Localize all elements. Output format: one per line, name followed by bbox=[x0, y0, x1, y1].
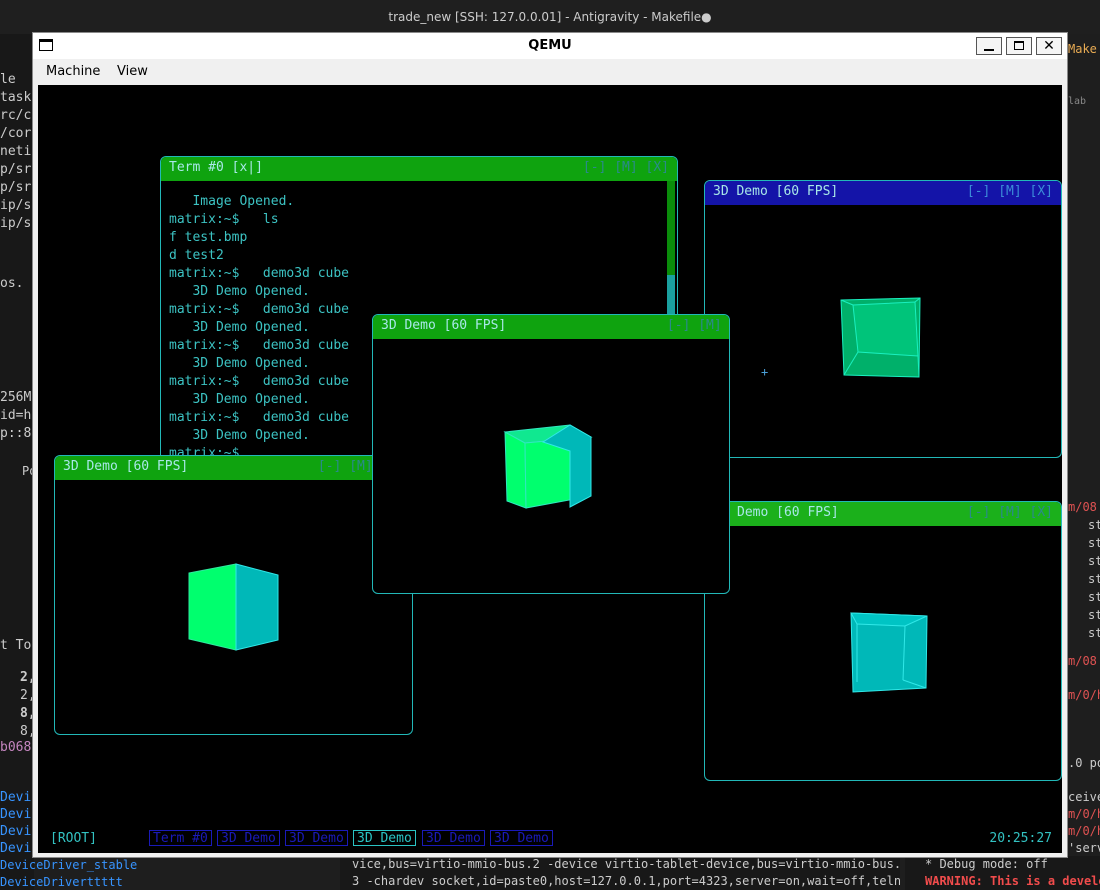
ide-line: os. bbox=[0, 276, 24, 291]
root-label[interactable]: [ROOT] bbox=[50, 831, 97, 846]
terminal-line: 3D Demo Opened. bbox=[169, 392, 310, 407]
ide-line: id=h bbox=[0, 408, 32, 423]
ide-line: ip/s bbox=[0, 216, 32, 231]
taskbar-tab-demo-active[interactable]: 3D Demo bbox=[353, 830, 416, 846]
terminal-line: Image Opened. bbox=[169, 194, 295, 209]
qemu-window: QEMU ✕ Machine View Term #0 [x|] [-] [M]… bbox=[32, 32, 1068, 858]
guest-taskbar: [ROOT] Term #0 3D Demo 3D Demo 3D Demo 3… bbox=[38, 823, 1062, 853]
ide-line: st bbox=[1088, 572, 1100, 586]
menu-view[interactable]: View bbox=[117, 64, 148, 79]
qemu-title: QEMU bbox=[528, 38, 572, 53]
demo-window-center[interactable]: 3D Demo [60 FPS] [-] [M] [X] bbox=[372, 314, 730, 594]
close-button[interactable]: ✕ bbox=[1036, 37, 1062, 55]
ide-line: 'serv bbox=[1068, 841, 1100, 855]
qemu-menubar: Machine View bbox=[33, 59, 1067, 85]
ide-line: DeviceDriver_stable bbox=[0, 858, 138, 872]
ide-left-panel: le task rc/c /cor neti p/sr p/sr ip/s ip… bbox=[0, 34, 137, 890]
taskbar-tab-demo[interactable]: 3D Demo bbox=[217, 830, 280, 846]
ide-line: p/sr bbox=[0, 180, 32, 195]
ide-right-panel: Make lab m/08 st st st st st st st m/08 … bbox=[1066, 34, 1100, 890]
terminal-line: 3D Demo Opened. bbox=[169, 320, 310, 335]
taskbar-tab-demo[interactable]: 3D Demo bbox=[422, 830, 485, 846]
terminal-line: d test2 bbox=[169, 248, 224, 263]
terminal-output: Image Opened. matrix:~$ ls f test.bmp d tes… bbox=[169, 193, 349, 463]
guest-screen[interactable]: Term #0 [x|] [-] [M] [X] Image Opened. ma… bbox=[38, 85, 1062, 853]
clock: 20:25:27 bbox=[989, 831, 1052, 846]
ide-line: p/sr bbox=[0, 162, 32, 177]
ide-tab-label[interactable]: Make bbox=[1068, 42, 1097, 56]
ide-line: p::8 bbox=[0, 426, 32, 441]
ide-line: le bbox=[0, 72, 16, 87]
cube-render bbox=[188, 563, 279, 651]
terminal-line: matrix:~$ demo3d cube bbox=[169, 410, 350, 425]
demo-window-bottom-right[interactable]: Demo [60 FPS] [-] [M] [X] bbox=[704, 501, 1062, 781]
term-title: Term #0 [x|] bbox=[169, 160, 263, 175]
term-scrollbar-thumb[interactable] bbox=[667, 275, 675, 315]
ide-line: st bbox=[1088, 626, 1100, 640]
ide-line: ip/s bbox=[0, 198, 32, 213]
ide-line: m/08 bbox=[1068, 500, 1097, 514]
window-controls[interactable]: [-] [M] [X] bbox=[583, 160, 669, 175]
log-line: * Debug mode: off bbox=[925, 857, 1048, 871]
ide-terminal-output: vice,bus=virtio-mmio-bus.2 -device virti… bbox=[340, 856, 900, 890]
cube-render bbox=[850, 612, 928, 693]
ide-window-title: trade_new [SSH: 127.0.0.01] - Antigravit… bbox=[0, 0, 1100, 34]
demo-window-top-right[interactable]: 3D Demo [60 FPS] [-] [M] [X] + bbox=[704, 180, 1062, 458]
terminal-line: 3D Demo Opened. bbox=[169, 356, 310, 371]
ide-line: m/0/h bbox=[1068, 688, 1100, 702]
ide-line: m/0/h bbox=[1068, 807, 1100, 821]
terminal-line: matrix:~$ demo3d cube bbox=[169, 374, 350, 389]
ide-line: st bbox=[1088, 554, 1100, 568]
taskbar-tab-term[interactable]: Term #0 bbox=[149, 830, 212, 846]
terminal-line: f test.bmp bbox=[169, 230, 248, 245]
ide-line: st bbox=[1088, 608, 1100, 622]
log-warning-line: WARNING: This is a develop bbox=[925, 874, 1100, 888]
taskbar-tab-demo[interactable]: 3D Demo bbox=[285, 830, 348, 846]
terminal-line: 3D Demo Opened. bbox=[169, 428, 310, 443]
ide-line: task bbox=[0, 90, 32, 105]
taskbar-tab-demo[interactable]: 3D Demo bbox=[490, 830, 553, 846]
ide-line: 256M bbox=[0, 390, 32, 405]
ide-line: lab bbox=[1068, 96, 1087, 107]
terminal-line: 3D Demo Opened. bbox=[169, 284, 310, 299]
ide-server-log: * Debug mode: off WARNING: This is a dev… bbox=[905, 856, 1100, 890]
terminal-line: matrix:~$ ls bbox=[169, 212, 279, 227]
cube-render: + bbox=[761, 297, 921, 379]
demo-window-left[interactable]: 3D Demo [60 FPS] [-] [M] [X] bbox=[54, 455, 413, 735]
ide-line: /cor bbox=[0, 126, 32, 141]
ide-line: st bbox=[1088, 590, 1100, 604]
ide-line: st bbox=[1088, 536, 1100, 550]
qemu-titlebar[interactable]: QEMU ✕ bbox=[33, 33, 1067, 59]
terminal-line: matrix:~$ demo3d cube bbox=[169, 338, 350, 353]
maximize-button[interactable] bbox=[1006, 37, 1032, 55]
mouse-cursor: + bbox=[761, 365, 768, 379]
ide-line: .0 po bbox=[1068, 756, 1100, 770]
ide-line: ceive bbox=[1068, 790, 1100, 804]
minimize-button[interactable] bbox=[976, 37, 1002, 55]
ide-line: rc/c bbox=[0, 108, 32, 123]
terminal-line: 3 -chardev socket,id=paste0,host=127.0.0… bbox=[352, 874, 900, 888]
ide-line: st bbox=[1088, 518, 1100, 532]
cube-render bbox=[503, 424, 593, 509]
menu-machine[interactable]: Machine bbox=[46, 64, 100, 79]
close-icon: ✕ bbox=[1043, 38, 1055, 54]
ide-line: neti bbox=[0, 144, 32, 159]
terminal-line: matrix:~$ demo3d cube bbox=[169, 302, 350, 317]
ide-line: DeviceDriverttttt bbox=[0, 875, 123, 889]
term-titlebar[interactable]: Term #0 [x|] [-] [M] [X] bbox=[161, 157, 677, 181]
ide-line: m/0/h bbox=[1068, 824, 1100, 838]
terminal-line: vice,bus=virtio-mmio-bus.2 -device virti… bbox=[352, 857, 900, 871]
ide-line: m/08 bbox=[1068, 654, 1097, 668]
terminal-line: matrix:~$ demo3d cube bbox=[169, 266, 350, 281]
